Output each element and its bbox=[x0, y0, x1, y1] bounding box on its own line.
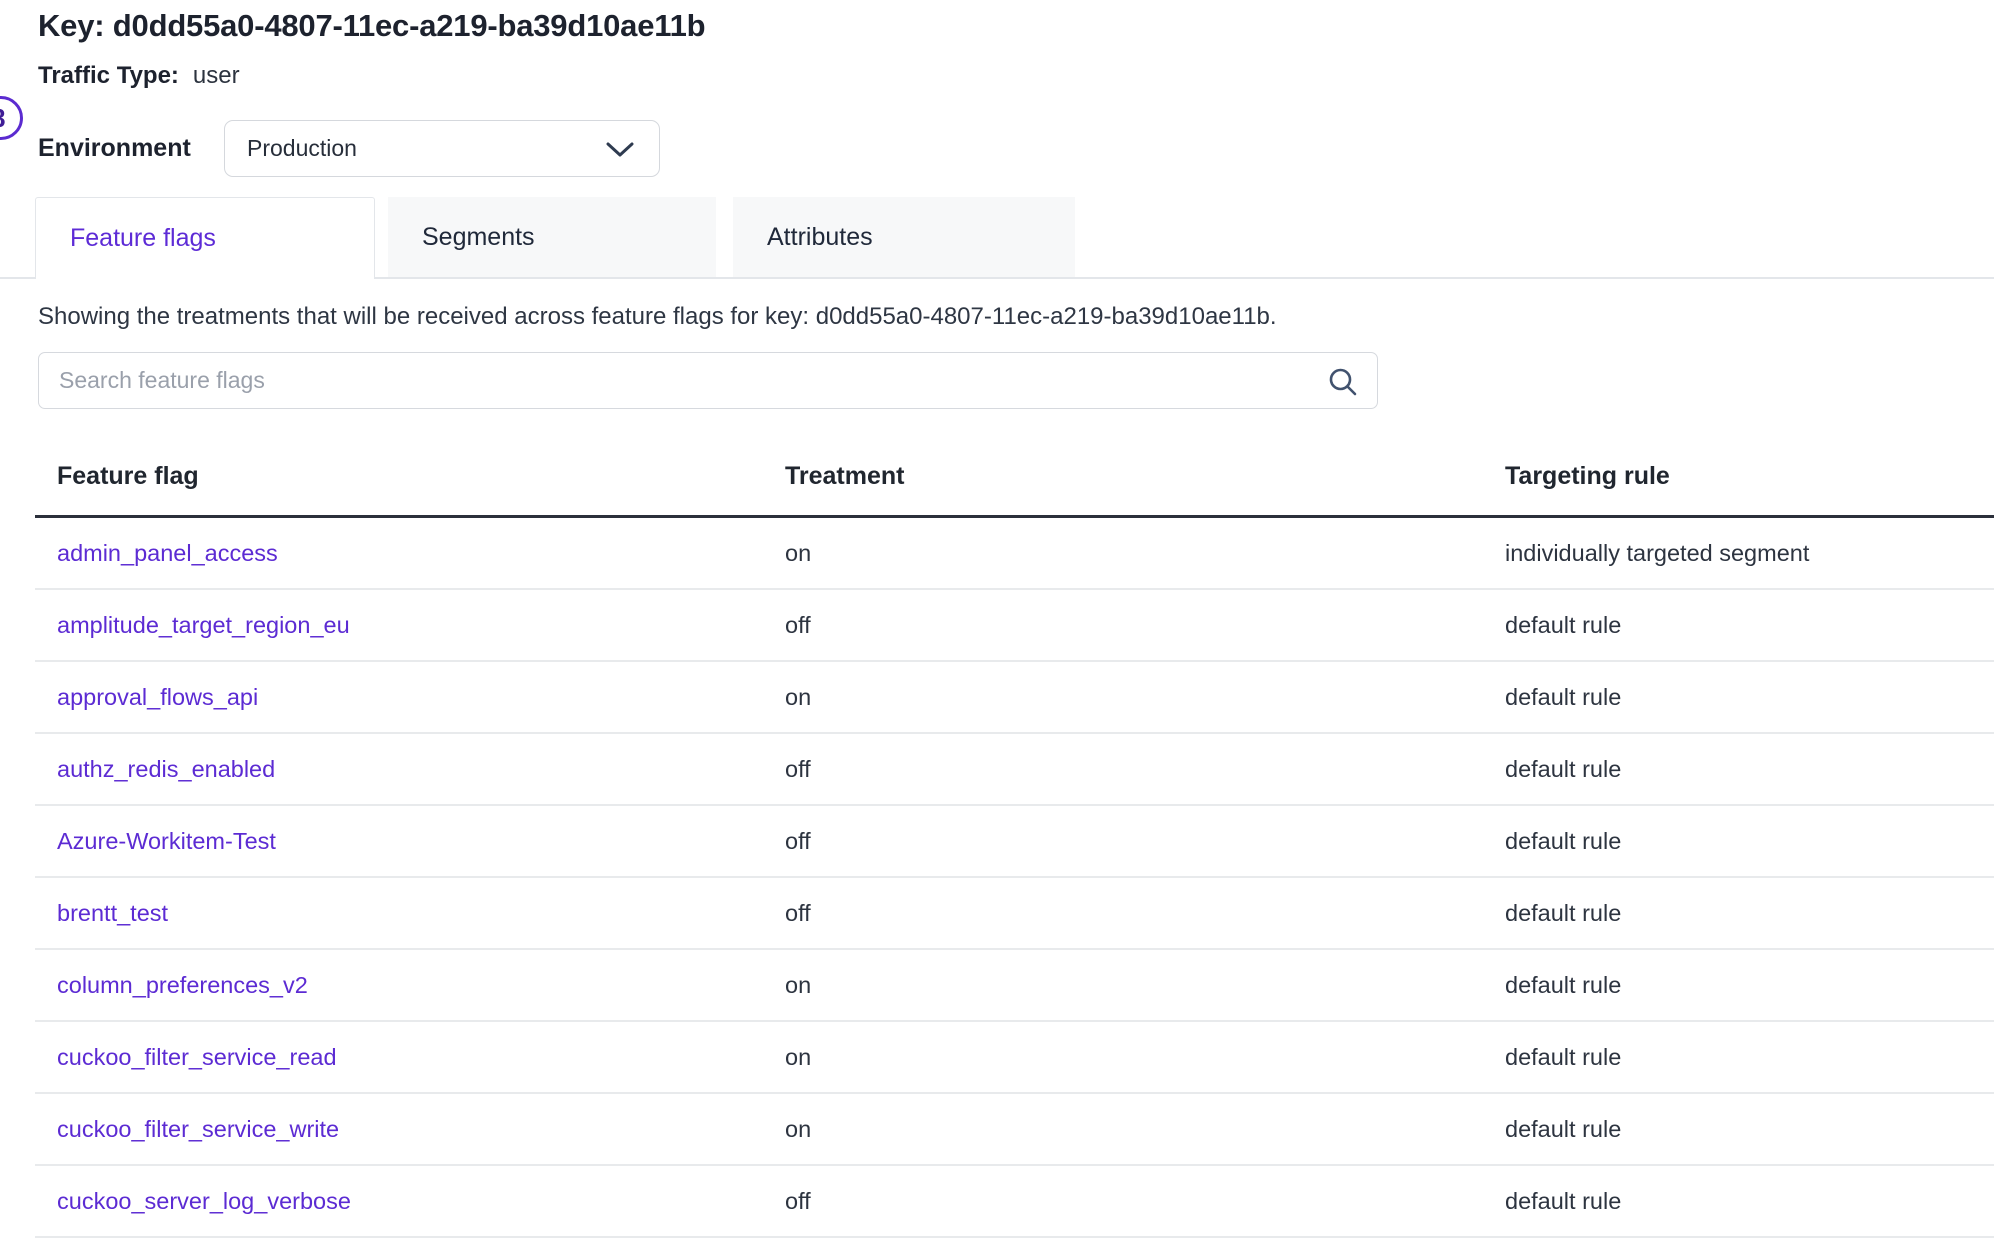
column-header-treatment: Treatment bbox=[763, 430, 1483, 517]
treatment-value: on bbox=[763, 949, 1483, 1021]
feature-flag-cell: cuckoo_filter_service_write bbox=[35, 1093, 763, 1165]
help-beacon-icon: 8 bbox=[0, 103, 5, 133]
treatment-value: off bbox=[763, 805, 1483, 877]
feature-flag-link[interactable]: amplitude_target_region_eu bbox=[57, 612, 350, 638]
targeting-rule-value: individually targeted segment bbox=[1483, 517, 1994, 590]
table-row: amplitude_target_region_eu offdefault rul… bbox=[35, 589, 1994, 661]
search-icon[interactable] bbox=[1327, 366, 1359, 398]
feature-flag-link[interactable]: cuckoo_filter_service_write bbox=[57, 1116, 339, 1142]
feature-flag-link[interactable]: brentt_test bbox=[57, 900, 168, 926]
treatment-value: on bbox=[763, 1093, 1483, 1165]
description-text: Showing the treatments that will be rece… bbox=[38, 303, 1277, 331]
table-header-row: Feature flag Treatment Targeting rule bbox=[35, 430, 1994, 517]
feature-flag-link[interactable]: admin_panel_access bbox=[57, 540, 278, 566]
table-row: cuckoo_server_log_verbose offdefault rule bbox=[35, 1165, 1994, 1237]
feature-flag-cell: authz_redis_enabled bbox=[35, 733, 763, 805]
environment-selected-value: Production bbox=[247, 135, 357, 162]
table-row: cuckoo_filter_service_write ondefault rul… bbox=[35, 1093, 1994, 1165]
feature-flag-link[interactable]: cuckoo_server_log_verbose bbox=[57, 1188, 351, 1214]
column-header-targeting-rule: Targeting rule bbox=[1483, 430, 1994, 517]
feature-flag-cell: cuckoo_server_log_verbose bbox=[35, 1165, 763, 1237]
treatment-value: on bbox=[763, 661, 1483, 733]
feature-flag-cell: admin_panel_access bbox=[35, 517, 763, 590]
treatment-value: off bbox=[763, 589, 1483, 661]
table-row: authz_redis_enabled offdefault rule bbox=[35, 733, 1994, 805]
targeting-rule-value: default rule bbox=[1483, 805, 1994, 877]
table-row: cuckoo_filter_service_read ondefault rule bbox=[35, 1021, 1994, 1093]
targeting-rule-value: default rule bbox=[1483, 589, 1994, 661]
key-detail-page: 8 Key: d0dd55a0-4807-11ec-a219-ba39d10ae… bbox=[0, 0, 1994, 1252]
feature-flag-cell: amplitude_target_region_eu bbox=[35, 589, 763, 661]
table-body: admin_panel_accessonindividually targete… bbox=[35, 517, 1994, 1238]
targeting-rule-value: default rule bbox=[1483, 733, 1994, 805]
traffic-type-label: Traffic Type: bbox=[38, 62, 179, 89]
chevron-down-icon bbox=[605, 142, 635, 158]
targeting-rule-value: default rule bbox=[1483, 1165, 1994, 1237]
table-row: Azure-Workitem-Test offdefault rule bbox=[35, 805, 1994, 877]
treatment-value: off bbox=[763, 1165, 1483, 1237]
search-input[interactable] bbox=[39, 353, 1377, 408]
environment-label: Environment bbox=[38, 134, 191, 163]
feature-flag-link[interactable]: authz_redis_enabled bbox=[57, 756, 275, 782]
page-title: Key: d0dd55a0-4807-11ec-a219-ba39d10ae11… bbox=[38, 8, 705, 44]
table-row: admin_panel_access onindividually targete… bbox=[35, 517, 1994, 590]
feature-flag-link[interactable]: cuckoo_filter_service_read bbox=[57, 1044, 337, 1070]
feature-flag-cell: column_preferences_v2 bbox=[35, 949, 763, 1021]
traffic-type-value: user bbox=[193, 62, 240, 89]
feature-flag-cell: cuckoo_filter_service_read bbox=[35, 1021, 763, 1093]
treatment-value: off bbox=[763, 877, 1483, 949]
treatment-value: off bbox=[763, 733, 1483, 805]
table-row: column_preferences_v2 ondefault rule bbox=[35, 949, 1994, 1021]
table-row: brentt_test offdefault rule bbox=[35, 877, 1994, 949]
tab-segments[interactable]: Segments bbox=[388, 197, 716, 277]
traffic-type-row: Traffic Type: user bbox=[38, 62, 240, 90]
search-box bbox=[38, 352, 1378, 409]
tab-attributes[interactable]: Attributes bbox=[733, 197, 1075, 277]
treatment-value: on bbox=[763, 1021, 1483, 1093]
feature-flag-link[interactable]: approval_flows_api bbox=[57, 684, 258, 710]
environment-select[interactable]: Production bbox=[224, 120, 660, 177]
targeting-rule-value: default rule bbox=[1483, 877, 1994, 949]
feature-flags-table: Feature flag Treatment Targeting rule ad… bbox=[35, 430, 1994, 1238]
table-row: approval_flows_api ondefault rule bbox=[35, 661, 1994, 733]
targeting-rule-value: default rule bbox=[1483, 1021, 1994, 1093]
feature-flag-link[interactable]: Azure-Workitem-Test bbox=[57, 828, 276, 854]
feature-flag-link[interactable]: column_preferences_v2 bbox=[57, 972, 308, 998]
feature-flag-cell: approval_flows_api bbox=[35, 661, 763, 733]
help-beacon[interactable]: 8 bbox=[0, 96, 23, 140]
targeting-rule-value: default rule bbox=[1483, 661, 1994, 733]
column-header-feature-flag: Feature flag bbox=[35, 430, 763, 517]
targeting-rule-value: default rule bbox=[1483, 1093, 1994, 1165]
tab-feature-flags[interactable]: Feature flags bbox=[35, 197, 375, 279]
treatment-value: on bbox=[763, 517, 1483, 590]
feature-flag-cell: Azure-Workitem-Test bbox=[35, 805, 763, 877]
targeting-rule-value: default rule bbox=[1483, 949, 1994, 1021]
feature-flag-cell: brentt_test bbox=[35, 877, 763, 949]
